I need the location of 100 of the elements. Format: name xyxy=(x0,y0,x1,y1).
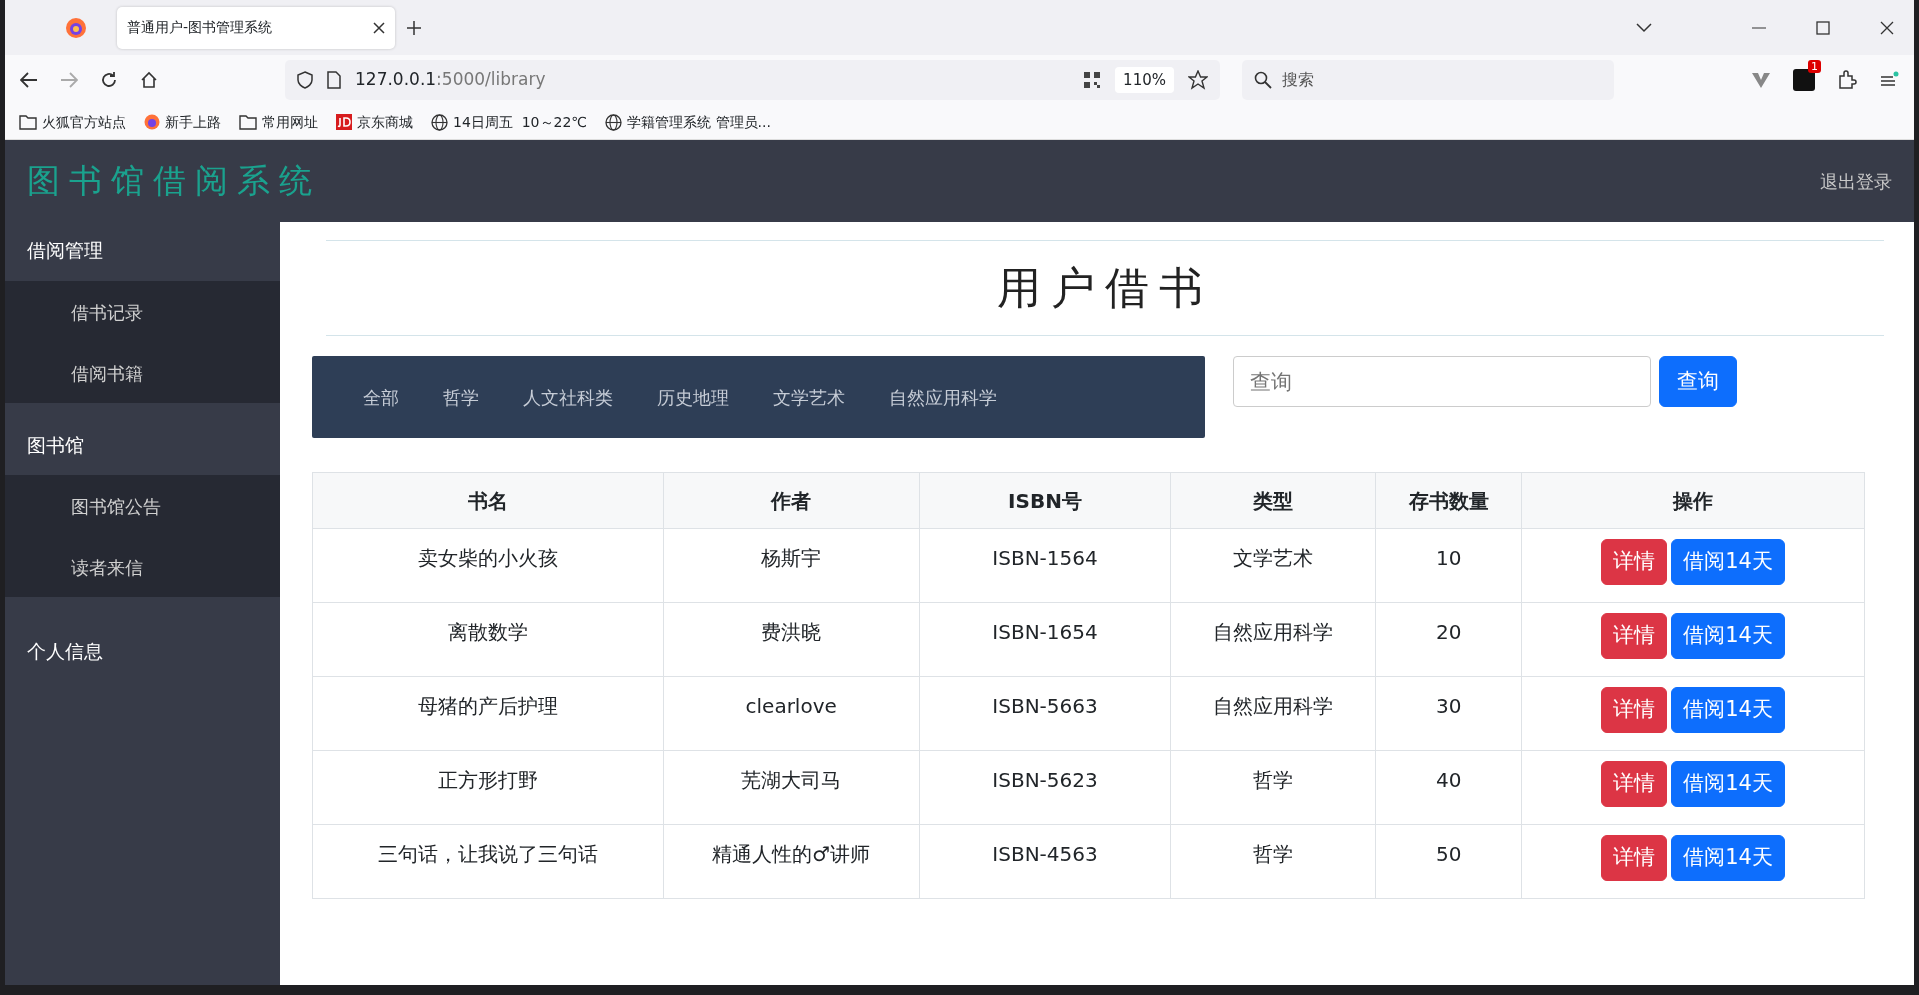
page-title: 用户借书 xyxy=(997,261,1213,315)
sidebar-group[interactable]: 个人信息 xyxy=(5,621,280,682)
sidebar-item[interactable]: 借阅书籍 xyxy=(5,341,280,403)
sidebar-group[interactable]: 图书馆 xyxy=(5,402,280,475)
folder-icon xyxy=(239,114,257,130)
table-cell: 精通人性的♂讲师 xyxy=(663,824,920,899)
column-header: 操作 xyxy=(1521,472,1865,529)
column-header: 存书数量 xyxy=(1375,472,1522,529)
tab-title: 普通用户-图书管理系统 xyxy=(127,18,274,37)
url-text: 127.0.0.1:5000/library xyxy=(355,68,547,92)
table-cell: 离散数学 xyxy=(312,602,664,677)
table-cell: 自然应用科学 xyxy=(1170,676,1376,751)
borrow-button[interactable]: 借阅14天 xyxy=(1671,539,1785,585)
table-cell: 10 xyxy=(1375,528,1522,603)
table-cell: 杨斯宇 xyxy=(663,528,920,603)
table-cell: 正方形打野 xyxy=(312,750,664,825)
details-button[interactable]: 详情 xyxy=(1601,613,1668,659)
v-logo-icon[interactable] xyxy=(1751,72,1771,88)
firefox-icon[interactable] xyxy=(65,16,87,39)
details-button[interactable]: 详情 xyxy=(1601,539,1668,585)
category-link[interactable]: 人文社科类 xyxy=(506,375,630,419)
zoom-level[interactable]: 110% xyxy=(1115,66,1174,94)
borrow-button[interactable]: 借阅14天 xyxy=(1671,613,1785,659)
table-cell: 40 xyxy=(1375,750,1522,825)
category-link[interactable]: 自然应用科学 xyxy=(872,375,1014,419)
borrow-button[interactable]: 借阅14天 xyxy=(1671,687,1785,733)
sidebar-item[interactable]: 图书馆公告 xyxy=(5,475,280,536)
category-link[interactable]: 全部 xyxy=(346,375,416,419)
reload-icon[interactable] xyxy=(100,71,118,89)
search-icon xyxy=(1254,71,1272,89)
table-cell: ISBN-1564 xyxy=(919,528,1171,603)
details-button[interactable]: 详情 xyxy=(1601,687,1668,733)
category-link[interactable]: 历史地理 xyxy=(640,375,746,419)
sidebar-item[interactable]: 借书记录 xyxy=(5,280,280,342)
firefox-icon xyxy=(144,114,160,130)
column-header: 书名 xyxy=(312,472,664,529)
search-field[interactable]: 搜索 xyxy=(1242,60,1614,100)
table-cell: 卖女柴的小火孩 xyxy=(312,528,664,603)
borrow-button[interactable]: 借阅14天 xyxy=(1671,761,1785,807)
plus-icon[interactable] xyxy=(405,18,423,37)
shield-icon[interactable] xyxy=(297,71,313,89)
bookmark-label: 火狐官方站点 xyxy=(42,112,126,132)
chevron-down-icon[interactable] xyxy=(1636,22,1652,33)
column-header: 作者 xyxy=(663,472,920,529)
bookmark-label: 14日周五 10～22℃ xyxy=(453,112,588,132)
app-title: 图书馆借阅系统 xyxy=(27,160,321,203)
globe-icon xyxy=(431,113,448,131)
back-arrow-icon[interactable] xyxy=(20,72,38,88)
search-button[interactable]: 查询 xyxy=(1659,356,1737,407)
column-header: 类型 xyxy=(1170,472,1376,529)
table-cell: ISBN-5623 xyxy=(919,750,1171,825)
table-cell: 20 xyxy=(1375,602,1522,677)
address-bar[interactable]: 127.0.0.1:5000/library 110% xyxy=(285,60,1220,100)
table-cell: 芜湖大司马 xyxy=(663,750,920,825)
maximize-icon[interactable] xyxy=(1816,20,1830,35)
table-cell: 三句话，让我说了三句话 xyxy=(312,824,664,899)
details-button[interactable]: 详情 xyxy=(1601,761,1668,807)
bookmark-label: 学籍管理系统 管理员... xyxy=(627,112,771,132)
close-icon[interactable] xyxy=(373,21,385,34)
globe-icon xyxy=(605,113,623,131)
browser-tab[interactable]: 普通用户-图书管理系统 xyxy=(117,6,395,49)
bookmark-item[interactable]: 14日周五 10～22℃ xyxy=(431,111,588,133)
bookmark-label: 京东商城 xyxy=(357,112,413,132)
bookmark-item[interactable]: 常用网址 xyxy=(239,111,318,133)
table-cell: 50 xyxy=(1375,824,1522,899)
table-cell: 哲学 xyxy=(1170,750,1376,825)
bookmark-label: 常用网址 xyxy=(262,112,318,132)
menu-icon[interactable] xyxy=(1879,71,1899,89)
sidebar-item[interactable]: 读者来信 xyxy=(5,536,280,597)
category-link[interactable]: 文学艺术 xyxy=(756,375,862,419)
bookmark-item[interactable]: 学籍管理系统 管理员... xyxy=(605,111,771,133)
bookmark-item[interactable]: 京东商城 xyxy=(336,111,413,133)
puzzle-icon[interactable] xyxy=(1837,70,1857,90)
jd-logo-icon xyxy=(336,114,352,130)
borrow-button[interactable]: 借阅14天 xyxy=(1671,835,1785,881)
table-cell: 文学艺术 xyxy=(1170,528,1376,603)
details-button[interactable]: 详情 xyxy=(1601,835,1668,881)
minimize-icon[interactable] xyxy=(1752,26,1766,29)
page-icon xyxy=(327,71,341,89)
folder-icon xyxy=(19,114,37,130)
bookmark-label: 新手上路 xyxy=(165,112,221,132)
table-cell: 30 xyxy=(1375,676,1522,751)
extension-icon[interactable] xyxy=(1793,69,1815,91)
column-header: ISBN号 xyxy=(919,472,1171,529)
table-cell: 费洪晓 xyxy=(663,602,920,677)
search-field[interactable]: 查询 xyxy=(1233,356,1651,407)
table-cell: 母猪的产后护理 xyxy=(312,676,664,751)
table-cell: 自然应用科学 xyxy=(1170,602,1376,677)
table-cell: ISBN-1654 xyxy=(919,602,1171,677)
home-icon[interactable] xyxy=(140,71,158,89)
bookmark-item[interactable]: 新手上路 xyxy=(144,111,221,133)
table-cell: ISBN-5663 xyxy=(919,676,1171,751)
logout-link[interactable]: 退出登录 xyxy=(1820,167,1892,195)
close-icon[interactable] xyxy=(1880,20,1894,35)
star-icon[interactable] xyxy=(1188,70,1208,90)
sidebar-group[interactable]: 借阅管理 xyxy=(5,222,280,281)
category-link[interactable]: 哲学 xyxy=(426,375,496,419)
table-cell: ISBN-4563 xyxy=(919,824,1171,899)
qr-code-icon[interactable] xyxy=(1083,71,1102,89)
bookmark-item[interactable]: 火狐官方站点 xyxy=(19,111,126,133)
